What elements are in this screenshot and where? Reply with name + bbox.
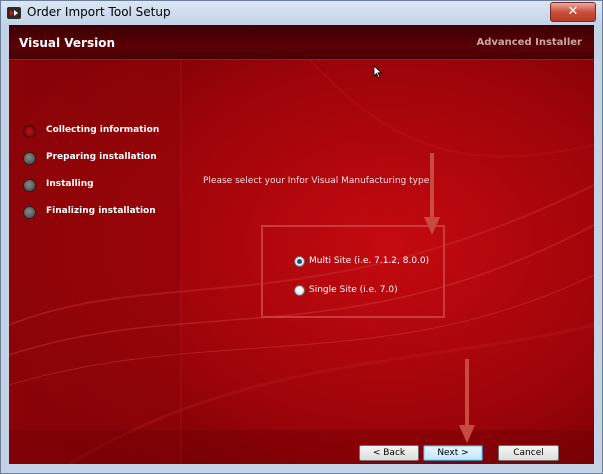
step-pending-indicator-icon: [23, 152, 36, 165]
page-title: Visual Version: [19, 36, 115, 50]
title-bar: Order Import Tool Setup ✕: [1, 1, 602, 25]
setup-window: Order Import Tool Setup ✕ Visual Version…: [0, 0, 603, 474]
radio-label[interactable]: Multi Site (i.e. 7.1.2, 8.0.0): [309, 256, 429, 266]
step-label: Preparing installation: [46, 152, 157, 162]
installer-app-icon: [7, 7, 21, 19]
brand-label: Advanced Installer: [476, 37, 582, 48]
annotation-arrow-down-icon: [424, 153, 440, 235]
cancel-button[interactable]: Cancel: [498, 445, 559, 461]
annotation-arrow-down-icon: [459, 359, 475, 443]
radio-button-unchecked[interactable]: [294, 285, 305, 296]
close-button[interactable]: ✕: [550, 2, 596, 22]
next-button[interactable]: Next >: [423, 445, 483, 461]
close-icon: ✕: [567, 4, 579, 19]
step-active-indicator-icon: [23, 125, 36, 138]
step-pending-indicator-icon: [23, 179, 36, 192]
step-label: Collecting information: [46, 125, 160, 135]
window-title: Order Import Tool Setup: [27, 5, 171, 19]
radio-label[interactable]: Single Site (i.e. 7.0): [309, 285, 398, 295]
back-button[interactable]: < Back: [359, 445, 419, 461]
installer-panel: Visual Version Advanced Installer Collec…: [9, 25, 594, 464]
selection-prompt: Please select your Infor Visual Manufact…: [203, 176, 433, 186]
radio-button-checked[interactable]: [294, 256, 305, 267]
annotation-highlight-box: [261, 225, 445, 318]
step-label: Finalizing installation: [46, 206, 156, 216]
step-pending-indicator-icon: [23, 206, 36, 219]
mouse-pointer-icon: [373, 65, 383, 79]
header-band: Visual Version Advanced Installer: [9, 25, 594, 60]
step-label: Installing: [46, 179, 94, 189]
